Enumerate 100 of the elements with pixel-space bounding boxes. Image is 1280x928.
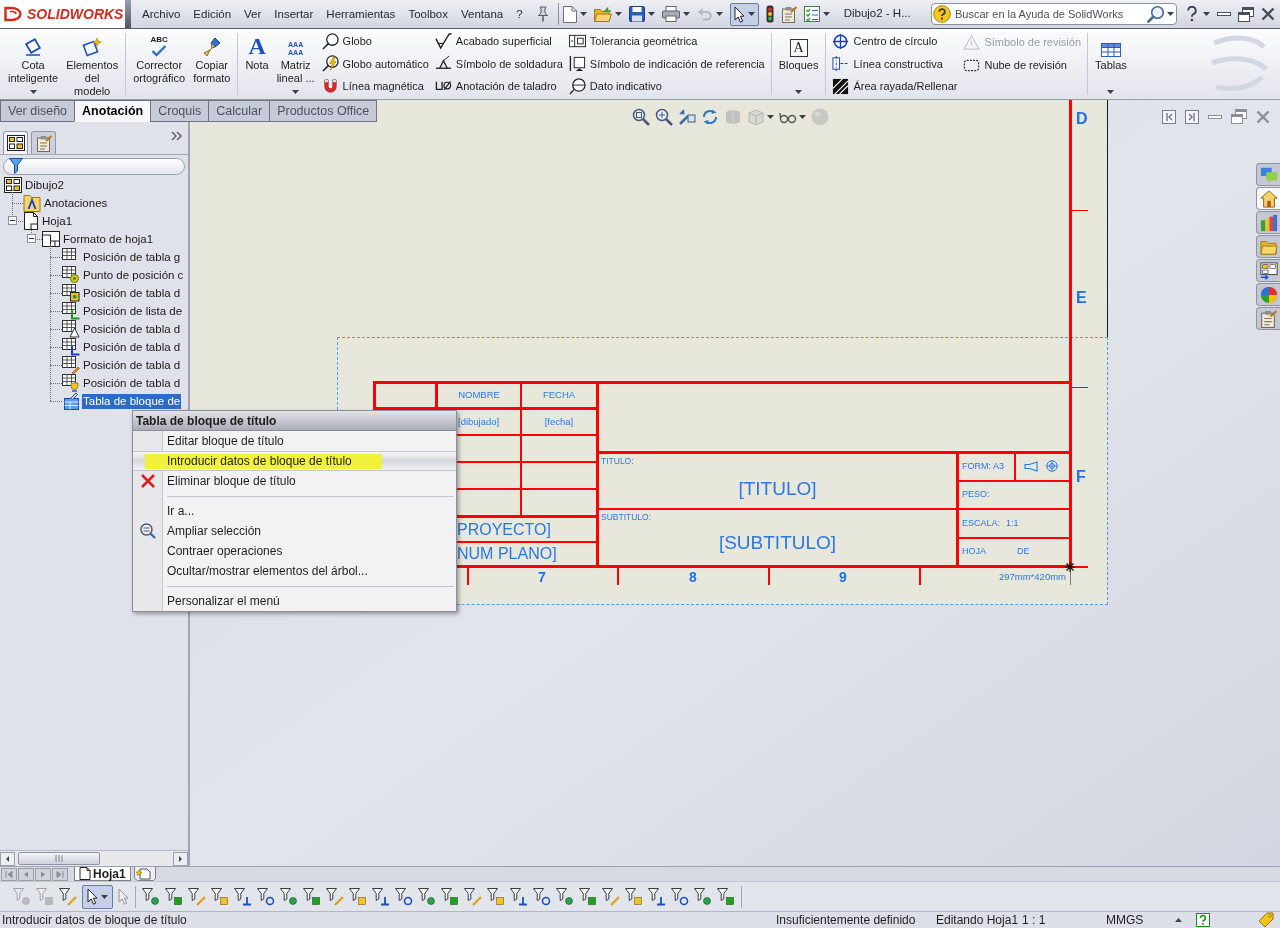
zoom-area-icon[interactable]	[655, 108, 673, 126]
menu-item[interactable]: Ocultar/mostrar elementos del árbol...	[133, 561, 456, 581]
pointer-icon[interactable]	[87, 888, 98, 905]
ribbon-button[interactable]: A Bloques	[774, 29, 823, 99]
menu-item[interactable]: Contraer operaciones	[133, 541, 456, 561]
zoom-to-fit-icon[interactable]	[632, 108, 650, 126]
filter-icon[interactable]	[694, 887, 712, 906]
ribbon-button[interactable]: Cota inteligente	[4, 29, 63, 99]
caret-icon[interactable]	[822, 12, 830, 16]
menu-item[interactable]: Insertar	[274, 7, 314, 21]
filter-icon[interactable]	[165, 887, 183, 906]
caret-icon[interactable]	[614, 12, 622, 16]
caret-icon[interactable]	[647, 12, 655, 16]
filter-icon[interactable]	[487, 887, 505, 906]
menu-item[interactable]: Edición	[193, 7, 232, 21]
filter-icon[interactable]	[602, 887, 620, 906]
menu-item[interactable]: Editar bloque de título	[133, 431, 456, 451]
ribbon-button[interactable]: Globo	[321, 33, 429, 51]
clipboard-icon[interactable]	[780, 5, 797, 23]
tree-item[interactable]: Punto de posición c	[82, 267, 185, 283]
ribbon-button[interactable]: Área rayada/Rellenar	[832, 77, 958, 95]
select-button[interactable]	[729, 2, 759, 26]
filter-icon[interactable]	[464, 887, 482, 906]
tree-item[interactable]: Posición de tabla g	[82, 249, 182, 265]
pushpin-icon[interactable]	[535, 6, 550, 22]
caret-icon[interactable]	[29, 90, 37, 94]
help-icon[interactable]	[1196, 913, 1210, 927]
restore-icon[interactable]	[1238, 6, 1254, 22]
document-icon[interactable]	[562, 5, 577, 23]
tree-item[interactable]: Posición de tabla d	[82, 339, 182, 355]
checklist-icon[interactable]	[803, 6, 820, 22]
select-button[interactable]	[82, 884, 113, 909]
ribbon-button[interactable]: Línea magnética	[321, 77, 429, 95]
ribbon-button[interactable]: Símbolo de indicación de referencia	[568, 55, 765, 73]
caret-icon[interactable]	[799, 115, 806, 119]
tab[interactable]: Calcular	[208, 100, 271, 122]
filter-icon[interactable]	[257, 887, 275, 906]
ribbon-button[interactable]: Tablas	[1091, 29, 1131, 99]
arrow-left-icon[interactable]	[0, 851, 15, 866]
ribbon-button[interactable]: Elementos del modelo	[62, 29, 123, 99]
tree-item[interactable]: Formato de hoja1	[62, 231, 155, 247]
search-icon[interactable]	[1147, 5, 1165, 23]
ribbon-button[interactable]: ABC Corrector ortográfico	[129, 29, 190, 99]
close-icon[interactable]	[1261, 7, 1275, 21]
tree-item[interactable]: Posición de tabla d	[82, 375, 182, 391]
tree-item[interactable]: Dibujo2	[24, 177, 65, 193]
tree-item[interactable]: Posición de tabla d	[82, 285, 182, 301]
ribbon-button[interactable]: Tolerancia geométrica	[568, 33, 765, 51]
filter-icon[interactable]	[303, 887, 321, 906]
ribbon-button[interactable]: Dato indicativo	[568, 77, 765, 95]
ribbon-button[interactable]: Anotación de taladro	[434, 77, 563, 95]
tab[interactable]: Croquis	[150, 100, 210, 122]
filter-field[interactable]	[3, 157, 185, 175]
pointer-icon[interactable]	[733, 5, 745, 23]
tab[interactable]: Ver diseño	[0, 100, 76, 122]
filter-icon[interactable]	[556, 887, 574, 906]
ribbon-button[interactable]: Centro de círculo	[832, 33, 958, 51]
caret-icon[interactable]	[747, 12, 755, 16]
menu-item[interactable]: Eliminar bloque de título	[133, 471, 456, 491]
split-left-icon[interactable]	[1162, 109, 1176, 124]
tree-item[interactable]: Hoja1	[41, 213, 74, 229]
filter-icon[interactable]	[280, 887, 298, 906]
menu-item[interactable]: Introducir datos de bloque de título	[133, 451, 456, 471]
filter-icon[interactable]	[625, 887, 643, 906]
printer-icon[interactable]	[661, 6, 680, 22]
tree-item[interactable]: Posición de tabla d	[82, 357, 182, 373]
tree-item[interactable]: Tabla de bloque de	[82, 393, 182, 409]
arrow-box-icon[interactable]	[678, 108, 696, 126]
menu-item[interactable]: Archivo	[142, 7, 181, 21]
rotate-icon[interactable]	[701, 108, 719, 126]
ribbon-button[interactable]: Globo automático	[321, 55, 429, 73]
caret-icon[interactable]	[101, 894, 108, 899]
tab[interactable]: Productos Office	[269, 100, 378, 122]
ribbon-button[interactable]: A Nota	[241, 29, 273, 99]
filter-icon[interactable]	[510, 887, 528, 906]
ribbon-button[interactable]: Nube de revisión	[963, 56, 1082, 74]
filter-icon[interactable]	[372, 887, 390, 906]
caret-icon[interactable]	[682, 12, 690, 16]
add-sheet-icon[interactable]	[133, 867, 156, 881]
caret-icon[interactable]	[579, 12, 587, 16]
filter-icon[interactable]	[717, 887, 735, 906]
ribbon-button[interactable]: Acabado superficial	[434, 33, 563, 51]
collapse-icon[interactable]	[27, 234, 36, 243]
menu-item[interactable]: Ir a...	[133, 501, 456, 521]
tree-item[interactable]: Anotaciones	[43, 195, 109, 211]
caret-up-icon[interactable]	[1175, 918, 1182, 922]
caret-icon[interactable]	[1167, 12, 1174, 16]
filter-icon[interactable]	[533, 887, 551, 906]
tag-icon[interactable]	[1258, 912, 1274, 928]
filter-icon[interactable]	[441, 887, 459, 906]
ribbon-button[interactable]: Copiar formato	[189, 29, 235, 99]
ribbon-button[interactable]: Símbolo de soldadura	[434, 55, 563, 73]
panel-tab[interactable]	[3, 131, 28, 154]
tree-item[interactable]: Posición de lista de	[82, 303, 184, 319]
tab[interactable]: Anotación	[74, 100, 152, 122]
task-pane-tab[interactable]	[1256, 307, 1280, 330]
menu-item[interactable]: ?	[516, 7, 523, 21]
filter-icon[interactable]	[188, 887, 206, 906]
double-chevron-icon[interactable]	[171, 131, 182, 141]
caret-icon[interactable]	[1203, 12, 1210, 16]
